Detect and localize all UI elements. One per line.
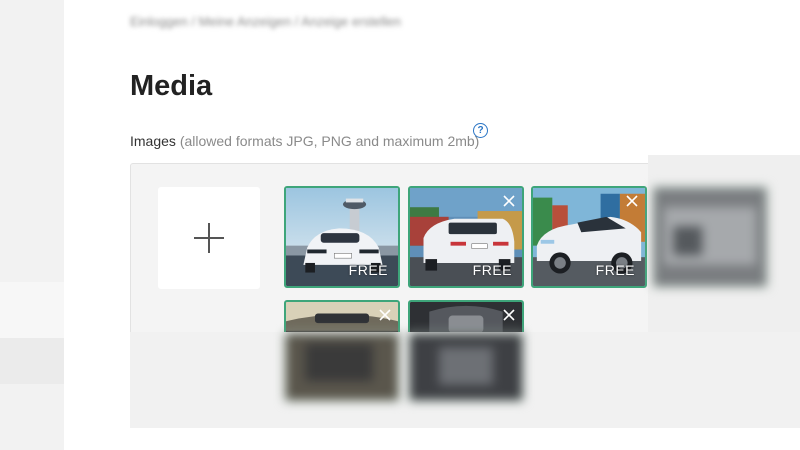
close-icon[interactable] — [625, 194, 639, 208]
left-sidebar — [0, 0, 64, 450]
free-badge: FREE — [348, 262, 388, 278]
add-image-button[interactable] — [158, 187, 260, 289]
close-icon[interactable] — [502, 194, 516, 208]
images-label-text: Images — [130, 133, 176, 149]
car-interior-photo — [286, 334, 398, 400]
car-interior-photo — [410, 334, 522, 400]
image-tile[interactable] — [284, 332, 400, 402]
sidebar-item[interactable] — [0, 282, 64, 338]
help-icon[interactable]: ? — [473, 123, 488, 138]
plus-icon-vertical — [208, 223, 210, 253]
image-tile[interactable] — [652, 186, 768, 288]
image-tile[interactable]: FREE — [284, 186, 400, 288]
image-tile[interactable]: FREE — [408, 186, 524, 288]
page-title: Media — [130, 70, 213, 102]
sidebar-item[interactable] — [0, 338, 64, 384]
image-tile[interactable]: FREE — [531, 186, 647, 288]
close-icon[interactable] — [378, 308, 392, 322]
free-badge: FREE — [595, 262, 635, 278]
close-icon[interactable] — [502, 308, 516, 322]
free-badge: FREE — [472, 262, 512, 278]
images-format-hint: (allowed formats JPG, PNG and maximum 2m… — [179, 133, 480, 149]
car-photo — [654, 188, 766, 286]
breadcrumb[interactable]: Einloggen / Meine Anzeigen / Anzeige ers… — [130, 14, 401, 29]
image-tile[interactable] — [408, 332, 524, 402]
images-label: Images (allowed formats JPG, PNG and max… — [130, 133, 479, 149]
